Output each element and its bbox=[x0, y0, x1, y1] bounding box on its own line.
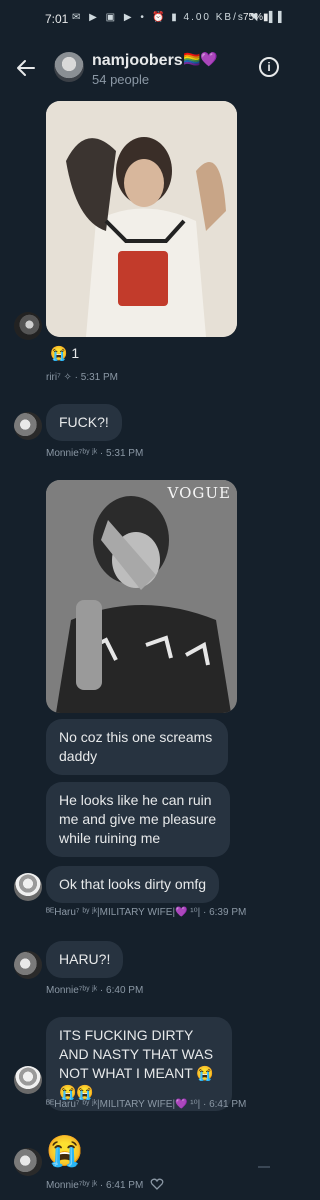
message-bubble[interactable]: No coz this one screams daddy bbox=[46, 719, 228, 775]
group-title[interactable]: namjoobers bbox=[92, 52, 183, 70]
battery-indicator: 75%▮ bbox=[243, 12, 269, 23]
reaction-emoji: 😭 bbox=[50, 345, 68, 361]
message-bubble[interactable]: HARU?! bbox=[46, 941, 124, 978]
avatar[interactable] bbox=[14, 312, 42, 340]
message-meta: ᴮᴱHaru⁷ ᵇʸ ʲᵏ|MILITARY WIFE|💜 ¹⁰| · 6:39… bbox=[46, 907, 247, 918]
message-bubble[interactable]: ITS FUCKING DIRTY AND NASTY THAT WAS NOT… bbox=[46, 1017, 232, 1111]
group-avatar[interactable] bbox=[54, 52, 84, 82]
back-button[interactable] bbox=[14, 56, 38, 80]
message-image[interactable] bbox=[46, 101, 237, 337]
react-button[interactable] bbox=[150, 1177, 164, 1191]
message-bubble[interactable]: FUCK?! bbox=[46, 404, 122, 441]
message-meta: Monnie⁷ᵇʸ ʲᵏ · 6:40 PM bbox=[46, 985, 144, 996]
status-time: 7:01 bbox=[45, 12, 69, 26]
notification-icons: ✉ ▶ ▣ ▶ • bbox=[72, 12, 147, 23]
avatar[interactable] bbox=[14, 951, 42, 979]
heart-plus-icon bbox=[150, 1178, 164, 1190]
group-title-emoji: 🏳️‍🌈💜 bbox=[183, 51, 218, 67]
message-meta: Monnie⁷ᵇʸ ʲᵏ · 5:31 PM bbox=[46, 448, 144, 459]
member-count[interactable]: 54 people bbox=[92, 72, 149, 87]
message-image[interactable]: VOGUE bbox=[46, 480, 237, 713]
scroll-indicator bbox=[258, 1166, 270, 1168]
arrow-left-icon bbox=[17, 60, 35, 76]
message-bubble[interactable]: Ok that looks dirty omfg bbox=[46, 866, 220, 903]
avatar[interactable] bbox=[14, 1148, 42, 1176]
message-meta: riri⁷ ✧ · 5:31 PM bbox=[46, 372, 119, 383]
emoji-message[interactable]: 😭 bbox=[46, 1135, 83, 1169]
reaction-badge[interactable]: 😭 1 bbox=[50, 345, 79, 362]
info-icon: i bbox=[267, 60, 271, 74]
avatar[interactable] bbox=[14, 1066, 42, 1094]
reaction-count: 1 bbox=[71, 345, 80, 361]
photo-illustration bbox=[46, 101, 237, 337]
avatar[interactable] bbox=[14, 412, 42, 440]
info-button[interactable]: i bbox=[259, 57, 279, 77]
message-meta: ᴮᴱHaru⁷ ᵇʸ ʲᵏ|MILITARY WIFE|💜 ¹⁰| · 6:41… bbox=[46, 1099, 247, 1110]
avatar[interactable] bbox=[14, 873, 42, 901]
message-meta: Monnie⁷ᵇʸ ʲᵏ · 6:41 PM bbox=[46, 1180, 144, 1191]
photo-illustration bbox=[46, 480, 237, 713]
status-bar: 7:01 ✉ ▶ ▣ ▶ • ⏰ ▮ 4.00 KB/s ◥ .▌▌ 75%▮ bbox=[0, 0, 295, 36]
vogue-caption: VOGUE bbox=[167, 484, 231, 502]
message-bubble[interactable]: He looks like he can ruin me and give me… bbox=[46, 782, 230, 857]
